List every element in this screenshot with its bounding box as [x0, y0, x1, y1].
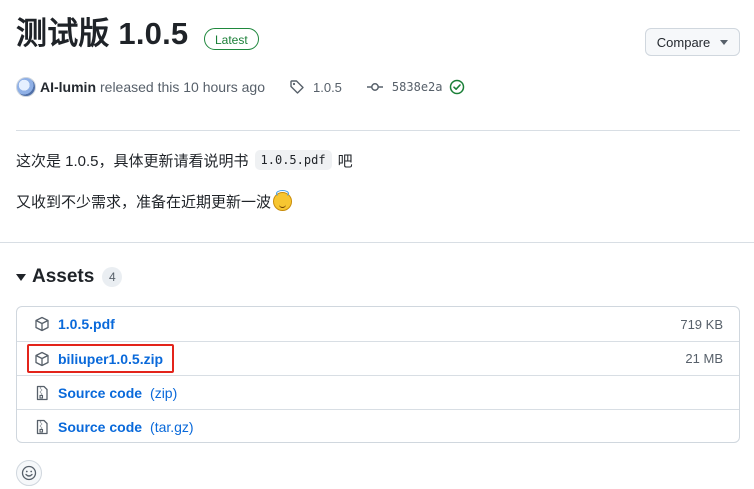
compare-label: Compare: [656, 34, 711, 50]
divider: [0, 242, 754, 243]
commit-link[interactable]: 5838e2a: [366, 79, 465, 95]
tag-link[interactable]: 1.0.5: [289, 79, 342, 95]
notes-line-2: 又收到不少需求，准备在近期更新一波: [16, 189, 293, 213]
commit-icon: [366, 83, 383, 91]
assets-heading: Assets: [32, 266, 95, 287]
tag-label: 1.0.5: [313, 79, 342, 95]
smiley-icon: [21, 465, 37, 481]
tag-icon: [290, 80, 304, 94]
release-title: 测试版 1.0.5: [16, 16, 189, 51]
asset-size: 719 KB: [680, 316, 723, 332]
avatar[interactable]: [16, 77, 36, 97]
author-link[interactable]: AI-lumin: [40, 79, 96, 95]
asset-format[interactable]: (tar.gz): [150, 419, 194, 435]
latest-badge: Latest: [204, 28, 259, 50]
assets-count-badge: 4: [102, 267, 123, 287]
verified-check-icon: [449, 79, 464, 95]
file-zip-icon: [34, 419, 50, 435]
asset-row: Source code (tar.gz): [17, 409, 739, 442]
asset-row: Source code (zip): [17, 375, 739, 409]
asset-link[interactable]: 1.0.5.pdf: [58, 316, 115, 332]
innocent-emoji-icon: [273, 189, 293, 211]
asset-row: 1.0.5.pdf 719 KB: [17, 307, 739, 341]
triangle-down-icon: [16, 273, 26, 281]
commit-sha: 5838e2a: [391, 80, 443, 94]
divider: [16, 130, 740, 131]
highlight-box: [27, 344, 174, 373]
compare-button[interactable]: Compare: [645, 28, 740, 56]
asset-link[interactable]: Source code: [58, 419, 142, 435]
asset-format[interactable]: (zip): [150, 385, 177, 401]
asset-link[interactable]: Source code: [58, 385, 142, 401]
notes-text: 又收到不少需求，准备在近期更新一波: [16, 193, 272, 211]
notes-text: 吧: [337, 152, 353, 170]
release-meta: AI-lumin released this 10 hours ago 1.0.…: [16, 76, 465, 98]
notes-line-1: 这次是 1.0.5，具体更新请看说明书 1.0.5.pdf 吧: [16, 148, 353, 172]
add-reaction-button[interactable]: [16, 460, 42, 486]
inline-code: 1.0.5.pdf: [254, 150, 332, 170]
assets-toggle[interactable]: Assets 4: [16, 264, 123, 290]
file-zip-icon: [34, 385, 50, 401]
notes-text: 这次是 1.0.5，具体更新请看说明书: [16, 152, 249, 170]
released-text: released this 10 hours ago: [100, 79, 265, 95]
assets-list: 1.0.5.pdf 719 KB biliuper1.0.5.zip 21 MB…: [16, 306, 740, 443]
chevron-down-icon: [720, 39, 729, 45]
asset-size: 21 MB: [685, 351, 723, 366]
package-icon: [34, 316, 50, 332]
